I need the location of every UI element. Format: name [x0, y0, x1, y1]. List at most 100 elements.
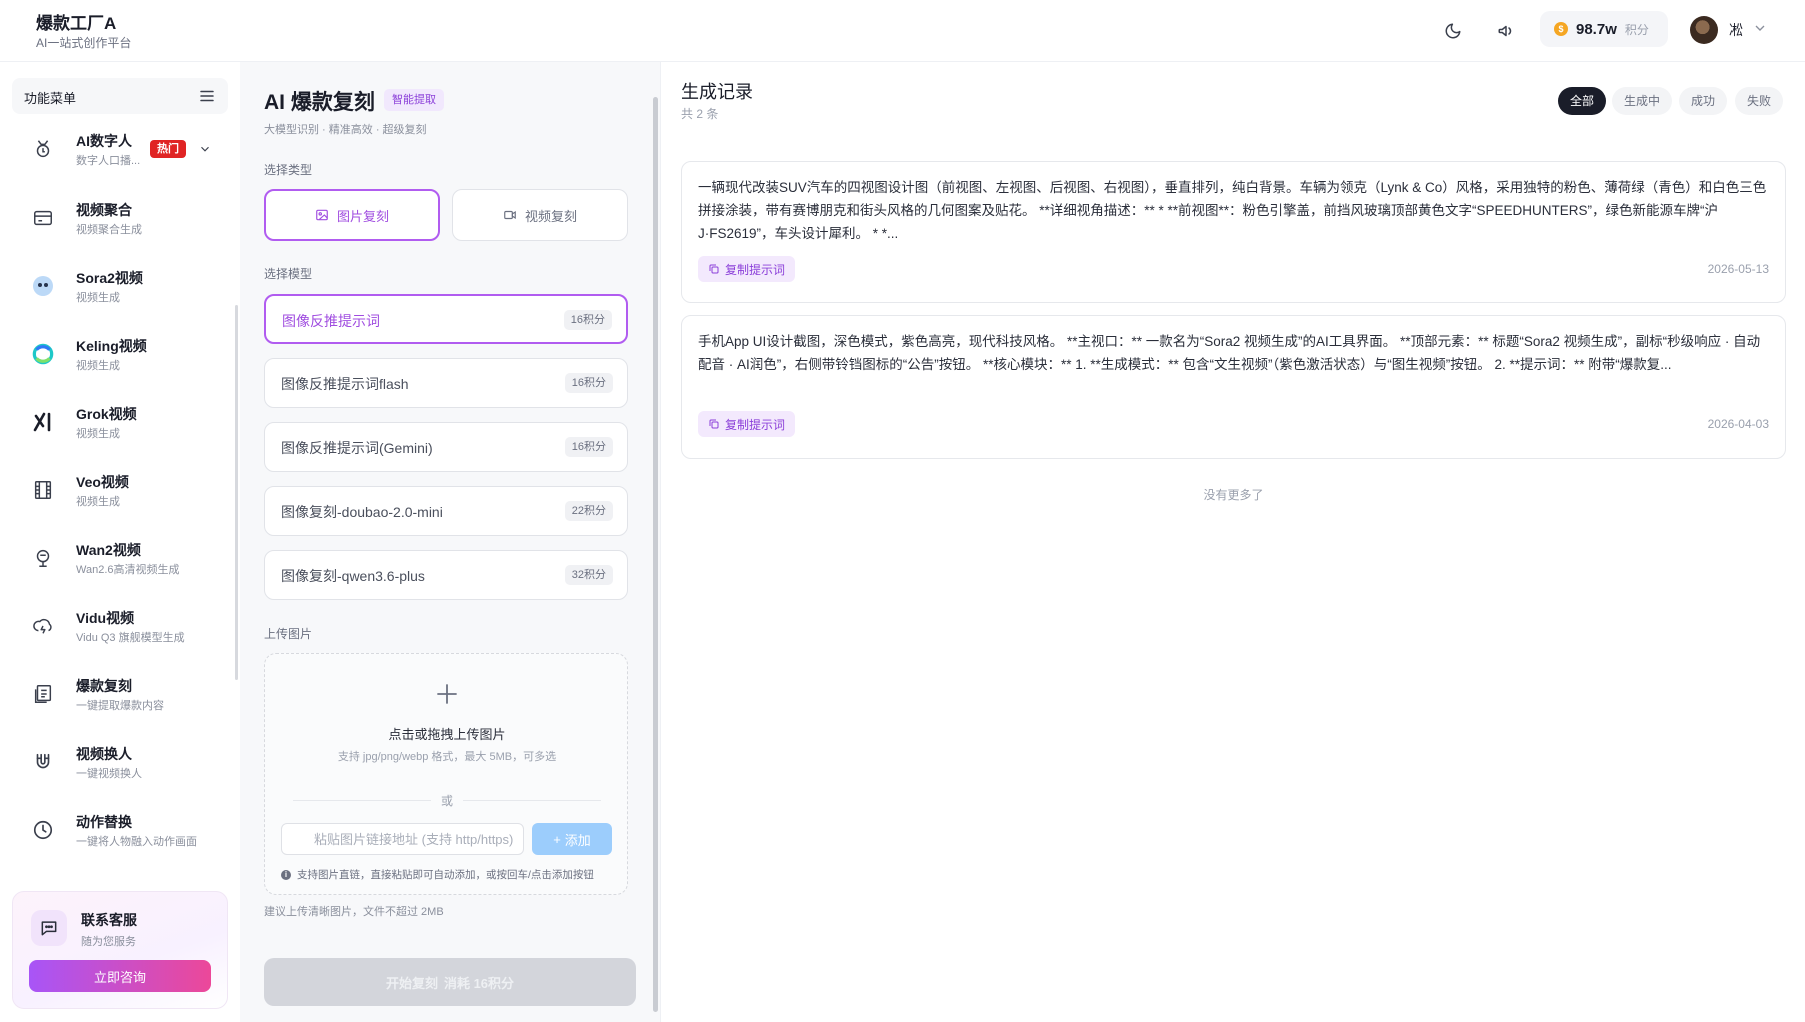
- type-label: 选择类型: [264, 163, 313, 177]
- sidebar-item-title: Keling视频: [76, 338, 147, 354]
- record-text: 一辆现代改装SUV汽车的四视图设计图（前视图、左视图、后视图、右视图），垂直排列…: [698, 180, 1767, 241]
- chevron-down-icon[interactable]: [1752, 20, 1768, 36]
- model-cost: 22积分: [564, 501, 613, 521]
- sidebar-item-viral-copy[interactable]: 爆款复刻 一键提取爆款内容: [12, 665, 228, 723]
- filter-all[interactable]: 全部: [1558, 87, 1607, 115]
- add-url-button[interactable]: + 添加: [532, 823, 612, 855]
- filter-failed[interactable]: 失败: [1735, 87, 1784, 115]
- image-icon: [316, 209, 328, 221]
- record-text: 手机App UI设计截图，深色模式，紫色高亮，现代科技风格。 **主视口：** …: [698, 334, 1761, 372]
- model-option[interactable]: 图像反推提示词 16积分: [264, 294, 628, 344]
- records-panel: 生成记录 共 2 条 全部 生成中 成功 失败 一辆现代改装SUV汽车的四视图设…: [660, 62, 1805, 1022]
- form-scrollbar[interactable]: [653, 97, 658, 1012]
- filter-success[interactable]: 成功: [1679, 87, 1728, 115]
- sidebar-item-title: 动作替换: [76, 814, 132, 830]
- support-subtitle: 随为您服务: [81, 936, 136, 948]
- model-cost: 16积分: [564, 437, 613, 457]
- sidebar-item-sub: 视频生成: [76, 292, 120, 304]
- chevron-down-icon[interactable]: [198, 142, 212, 156]
- upload-dropzone[interactable]: 点击或拖拽上传图片 支持 jpg/png/webp 格式，最大 5MB，可多选 …: [264, 653, 628, 895]
- copy-icon: [709, 264, 719, 274]
- record-card: 手机App UI设计截图，深色模式，紫色高亮，现代科技风格。 **主视口：** …: [681, 315, 1786, 459]
- hamburger-icon[interactable]: [198, 87, 216, 105]
- menu-title: 功能菜单: [24, 91, 77, 106]
- points-balance[interactable]: $ 98.7w 积分: [1540, 11, 1668, 47]
- copy-label: 复制提示词: [725, 262, 786, 277]
- sidebar-item-title: AI数字人: [76, 133, 132, 149]
- sidebar-item-sub: 数字人口播...: [76, 155, 141, 167]
- keling-icon: [30, 341, 56, 367]
- page-title: AI 爆款复刻: [264, 91, 375, 114]
- plus-icon: [437, 684, 457, 704]
- records-title: 生成记录: [681, 82, 753, 102]
- copy-prompt-button[interactable]: 复制提示词: [698, 411, 796, 437]
- sidebar-item-wan2[interactable]: Wan2视频 Wan2.6高清视频生成: [12, 529, 228, 587]
- sidebar-item-keling[interactable]: Keling视频 视频生成: [12, 325, 228, 383]
- filter-generating[interactable]: 生成中: [1612, 87, 1673, 115]
- brand-title[interactable]: 爆款工厂A: [36, 9, 116, 34]
- sidebar-item-title: Sora2视频: [76, 270, 143, 286]
- sidebar-item-sub: 一键视频换人: [76, 768, 142, 780]
- info-icon: i: [281, 869, 291, 880]
- record-date: 2026-04-03: [1707, 417, 1769, 431]
- sidebar-item-title: 视频换人: [76, 746, 132, 762]
- menu-header: 功能菜单: [12, 78, 228, 114]
- start-copy-button[interactable]: 开始复刻 消耗 16积分: [264, 958, 636, 1006]
- start-button-label: 开始复刻: [385, 975, 438, 991]
- model-label: 选择模型: [264, 267, 313, 281]
- sidebar-scrollbar[interactable]: [235, 305, 238, 680]
- model-option[interactable]: 图像复刻-qwen3.6-plus 32积分: [264, 550, 628, 600]
- image-url-input[interactable]: [281, 823, 524, 855]
- type-label-text: 图片复刻: [336, 208, 389, 224]
- sidebar-item-sora2[interactable]: Sora2视频 视频生成: [12, 257, 228, 315]
- smart-extract-tag: 智能提取: [384, 89, 444, 111]
- moon-icon[interactable]: [1438, 16, 1468, 46]
- start-button-cost: 消耗 16积分: [443, 975, 515, 991]
- sidebar-item-vidu[interactable]: Vidu视频 Vidu Q3 旗舰模型生成: [12, 597, 228, 655]
- card-icon: [30, 205, 56, 231]
- plus-icon: +: [553, 831, 561, 847]
- or-text: 或: [431, 792, 463, 809]
- model-name: 图像复刻-qwen3.6-plus: [281, 568, 425, 584]
- digital-human-icon: [30, 136, 56, 162]
- image-copy-button[interactable]: 图片复刻: [264, 189, 440, 241]
- sidebar-item-title: 视频聚合: [76, 202, 132, 218]
- upload-label: 上传图片: [264, 627, 313, 641]
- sidebar-item-digital-human[interactable]: AI数字人 数字人口播... 热门: [12, 120, 228, 178]
- sidebar-item-title: 爆款复刻: [76, 678, 132, 694]
- megaphone-icon[interactable]: [1491, 16, 1521, 46]
- points-value: 98.7w: [1576, 20, 1617, 38]
- model-option[interactable]: 图像复刻-doubao-2.0-mini 22积分: [264, 486, 628, 536]
- upload-main-text: 点击或拖拽上传图片: [388, 727, 506, 742]
- sidebar-item-veo[interactable]: Veo视频 视频生成: [12, 461, 228, 519]
- model-option[interactable]: 图像反推提示词(Gemini) 16积分: [264, 422, 628, 472]
- model-name: 图像反推提示词(Gemini): [281, 440, 433, 456]
- no-more-text: 没有更多了: [1203, 488, 1264, 502]
- copy-prompt-button[interactable]: 复制提示词: [698, 256, 796, 282]
- film-icon: [30, 477, 56, 503]
- sidebar-item-face-swap[interactable]: 视频换人 一键视频换人: [12, 733, 228, 791]
- page-subtitle: 大模型识别 · 精准高效 · 超级复刻: [264, 124, 427, 136]
- sidebar-item-video-aggregate[interactable]: 视频聚合 视频聚合生成: [12, 189, 228, 247]
- sidebar-item-sub: 视频生成: [76, 496, 120, 508]
- sidebar-item-motion-replace[interactable]: 动作替换 一键将人物融入动作画面: [12, 801, 228, 859]
- record-card: 一辆现代改装SUV汽车的四视图设计图（前视图、左视图、后视图、右视图），垂直排列…: [681, 161, 1786, 303]
- add-button-label: 添加: [564, 832, 591, 848]
- form-panel: AI 爆款复刻 智能提取 大模型识别 · 精准高效 · 超级复刻 选择类型 图片…: [240, 62, 660, 1022]
- avatar[interactable]: [1690, 16, 1718, 44]
- sora-icon: [30, 273, 56, 299]
- model-option[interactable]: 图像反推提示词flash 16积分: [264, 358, 628, 408]
- sidebar-item-title: Grok视频: [76, 406, 137, 422]
- copy-doc-icon: [30, 681, 56, 707]
- model-cost: 16积分: [564, 373, 613, 393]
- sidebar-item-grok[interactable]: Grok视频 视频生成: [12, 393, 228, 451]
- sidebar-item-title: Vidu视频: [76, 610, 135, 626]
- model-cost: 16积分: [563, 310, 612, 330]
- user-name[interactable]: 凇: [1729, 20, 1743, 40]
- sidebar-item-sub: 视频生成: [76, 428, 120, 440]
- consult-button[interactable]: 立即咨询: [29, 960, 211, 992]
- hot-badge: 热门: [150, 140, 186, 158]
- top-header: 爆款工厂A AI一站式创作平台 $ 98.7w 积分 凇: [0, 0, 1805, 62]
- video-copy-button[interactable]: 视频复刻: [452, 189, 628, 241]
- points-unit: 积分: [1624, 22, 1649, 37]
